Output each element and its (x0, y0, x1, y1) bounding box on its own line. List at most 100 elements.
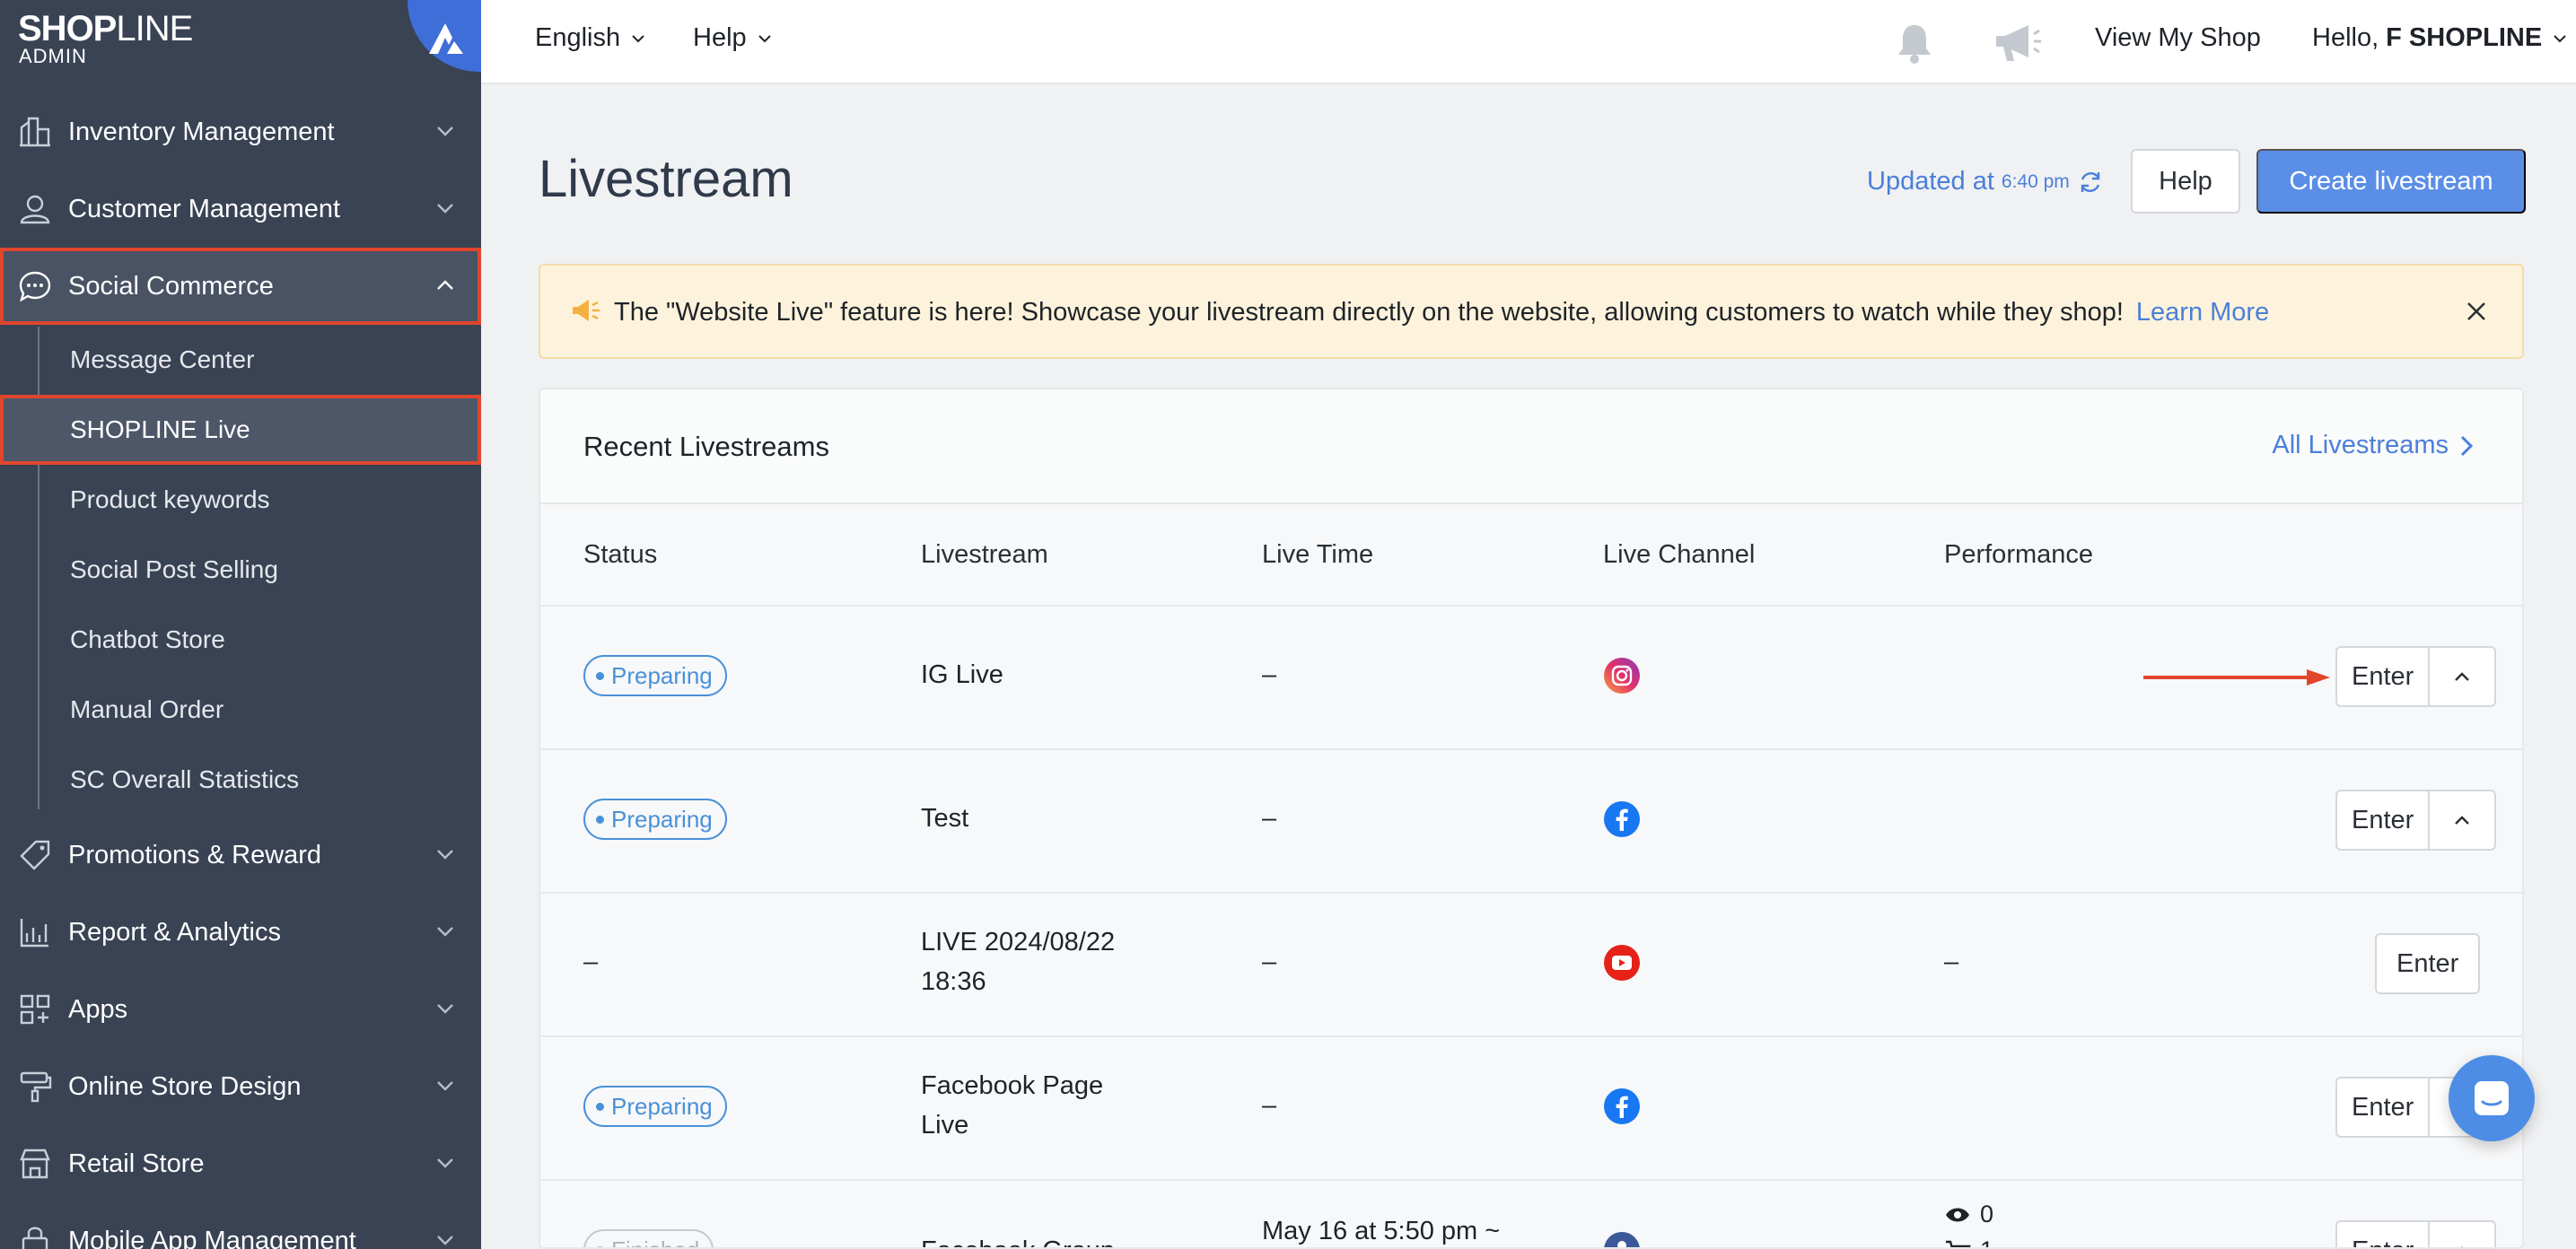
tag-icon (20, 840, 50, 870)
sidebar-subitem-label: Message Center (70, 345, 255, 373)
sidebar-item-promotions-reward[interactable]: Promotions & Reward (0, 817, 481, 894)
enter-button-group: Enter (2335, 790, 2497, 851)
sidebar-item-retail-store[interactable]: Retail Store (0, 1125, 481, 1202)
recent-livestreams-card: Recent Livestreams All Livestreams Statu… (539, 388, 2524, 1249)
help-menu[interactable]: Help (693, 23, 772, 53)
row-divider (540, 1035, 2522, 1037)
sidebar-subitem-label: SHOPLINE Live (70, 415, 250, 443)
lock-icon (22, 1227, 48, 1249)
enter-button[interactable]: Enter (2337, 791, 2428, 849)
annotation-arrow-icon (2143, 669, 2330, 686)
sidebar-item-online-store-design[interactable]: Online Store Design (0, 1048, 481, 1125)
language-label: English (535, 23, 621, 52)
banner-text: The "Website Live" feature is here! Show… (614, 298, 2124, 327)
live-time: – (1262, 1091, 1277, 1120)
status-badge: Preparing (583, 655, 727, 696)
sidebar-subitem-label: SC Overall Statistics (70, 765, 300, 793)
sidebar-subitem-product-keywords[interactable]: Product keywords (0, 465, 481, 535)
sidebar-subitem-social-post-selling[interactable]: Social Post Selling (0, 535, 481, 605)
chevron-down-icon (437, 1158, 453, 1168)
sidebar-subitem-shopline-live[interactable]: SHOPLINE Live (0, 395, 481, 465)
apps-grid-icon (20, 994, 50, 1025)
status-text: Finished (611, 1236, 699, 1248)
view-my-shop-link[interactable]: View My Shop (2095, 23, 2261, 53)
help-label: Help (693, 23, 747, 52)
sidebar-subitem-chatbot-store[interactable]: Chatbot Store (0, 605, 481, 675)
all-livestreams-label: All Livestreams (2272, 431, 2449, 459)
chat-icon (2475, 1081, 2509, 1115)
sidebar-item-label: Mobile App Management (68, 1226, 356, 1249)
sidebar-item-apps[interactable]: Apps (0, 971, 481, 1048)
sidebar-item-social-commerce[interactable]: Social Commerce (0, 248, 481, 325)
column-header-live-time: Live Time (1262, 540, 1374, 569)
more-actions-toggle[interactable] (2428, 648, 2494, 705)
card-title: Recent Livestreams (583, 431, 829, 462)
performance-carts: 1 (1944, 1236, 1993, 1247)
sidebar-item-label: Online Store Design (68, 1071, 302, 1101)
status-badge: Preparing (583, 799, 727, 840)
chevron-up-icon (437, 280, 453, 290)
sidebar-subitem-sc-overall-statistics[interactable]: SC Overall Statistics (0, 745, 481, 815)
updated-indicator[interactable]: Updated at 6:40 pm (1867, 167, 2104, 197)
sidebar-subitem-label: Social Post Selling (70, 555, 278, 583)
status-text: Preparing (611, 661, 713, 689)
livestream-name: IG Live (921, 660, 1003, 689)
chat-bubble-icon (19, 271, 51, 302)
logo[interactable]: SHOPLINE ADMIN (0, 0, 481, 84)
language-selector[interactable]: English (535, 23, 645, 53)
livestream-name-line2: Live (921, 1111, 969, 1140)
sidebar-item-label: Customer Management (68, 194, 341, 223)
greeting-label: Hello, (2312, 23, 2379, 52)
chat-launcher-button[interactable] (2449, 1055, 2535, 1141)
learn-more-link[interactable]: Learn More (2136, 298, 2269, 327)
megaphone-icon[interactable] (1993, 22, 2043, 65)
performance-views: 0 (1944, 1201, 1993, 1228)
sidebar-item-mobile-app-management[interactable]: Mobile App Management (0, 1202, 481, 1249)
facebook-group-icon (1604, 1232, 1640, 1247)
shopline-mark (407, 0, 481, 72)
mountain-logo-icon (429, 23, 463, 54)
chevron-down-icon (437, 927, 453, 937)
refresh-icon[interactable] (2077, 169, 2104, 196)
facebook-icon (1604, 1088, 1640, 1124)
enter-button[interactable]: Enter (2377, 935, 2478, 992)
logo-subtitle: ADMIN (19, 45, 87, 67)
create-livestream-button[interactable]: Create livestream (2256, 149, 2526, 214)
logo-wordmark: SHOPLINE (18, 9, 193, 48)
speaker-icon (573, 300, 600, 321)
help-button[interactable]: Help (2131, 149, 2240, 214)
sidebar-subitem-message-center[interactable]: Message Center (0, 325, 481, 395)
more-actions-toggle[interactable] (2428, 791, 2494, 849)
page-title: Livestream (539, 150, 793, 208)
user-icon (20, 195, 50, 224)
all-livestreams-link[interactable]: All Livestreams (2272, 431, 2474, 460)
chevron-down-icon (437, 1081, 453, 1091)
sidebar-item-label: Retail Store (68, 1149, 205, 1178)
sidebar-item-report-analytics[interactable]: Report & Analytics (0, 894, 481, 971)
close-icon[interactable] (2465, 300, 2488, 323)
announcement-banner: The "Website Live" feature is here! Show… (539, 264, 2524, 359)
live-time: – (1262, 804, 1277, 833)
enter-button-group: Enter (2375, 933, 2481, 994)
more-actions-toggle[interactable] (2428, 1222, 2494, 1247)
status-text: Preparing (611, 805, 713, 833)
chevron-down-icon (437, 1236, 453, 1245)
sidebar-subitem-label: Product keywords (70, 485, 270, 513)
sidebar-subitem-manual-order[interactable]: Manual Order (0, 675, 481, 745)
updated-label: Updated at (1867, 167, 1994, 196)
enter-button[interactable]: Enter (2337, 1222, 2428, 1248)
sidebar-subitem-label: Manual Order (70, 695, 224, 723)
status-text: Preparing (611, 1092, 713, 1120)
enter-button[interactable]: Enter (2337, 648, 2428, 705)
sidebar-item-customer-management[interactable]: Customer Management (0, 170, 481, 248)
enter-button[interactable]: Enter (2337, 1079, 2428, 1136)
user-name: F SHOPLINE (2386, 23, 2543, 52)
status-badge: Finished (583, 1229, 714, 1248)
sidebar-item-inventory-management[interactable]: Inventory Management (0, 93, 481, 170)
chart-icon (20, 919, 48, 948)
bell-icon[interactable] (1894, 22, 1935, 65)
inventory-icon (20, 117, 50, 147)
chevron-down-icon (437, 204, 453, 214)
row-divider (540, 892, 2522, 894)
user-menu[interactable]: Hello, F SHOPLINE (2312, 23, 2567, 53)
